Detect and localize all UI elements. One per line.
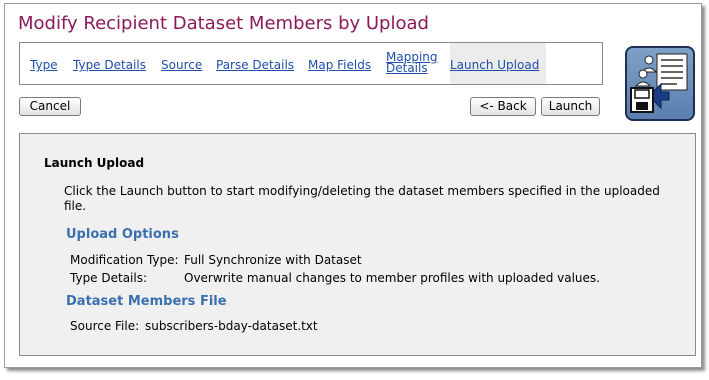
launch-upload-panel: Launch Upload Click the Launch button to… xyxy=(19,133,696,356)
dataset-members-file-title: Dataset Members File xyxy=(66,294,227,309)
cancel-button[interactable]: Cancel xyxy=(19,97,81,116)
wizard-step-tabs: Type Type Details Source Parse Details M… xyxy=(19,42,603,85)
dataset-upload-save-icon xyxy=(625,46,695,121)
upload-options-title: Upload Options xyxy=(66,227,179,242)
panel-heading: Launch Upload xyxy=(44,156,145,170)
source-file-value: subscribers-bday-dataset.txt xyxy=(145,319,318,333)
main-frame: Modify Recipient Dataset Members by Uplo… xyxy=(4,3,702,368)
type-details-value: Overwrite manual changes to member profi… xyxy=(184,271,600,285)
tab-source[interactable]: Source xyxy=(161,59,202,71)
tab-parse-details[interactable]: Parse Details xyxy=(216,59,294,71)
tab-mapping-details[interactable]: Mapping Details xyxy=(386,51,438,75)
page-title: Modify Recipient Dataset Members by Uplo… xyxy=(18,13,429,34)
intro-text: Click the Launch button to start modifyi… xyxy=(64,184,660,213)
tab-type[interactable]: Type xyxy=(30,59,58,71)
type-details-label: Type Details: xyxy=(70,271,148,285)
tab-mapping-details-line2: Details xyxy=(386,61,428,75)
launch-button[interactable]: Launch xyxy=(541,97,600,116)
modification-type-label: Modification Type: xyxy=(70,253,179,267)
modification-type-value: Full Synchronize with Dataset xyxy=(184,253,362,267)
back-button[interactable]: <- Back xyxy=(470,97,536,116)
tab-type-details[interactable]: Type Details xyxy=(73,59,146,71)
source-file-label: Source File: xyxy=(70,319,140,333)
tab-launch-upload[interactable]: Launch Upload xyxy=(450,59,539,71)
tab-map-fields[interactable]: Map Fields xyxy=(308,59,371,71)
